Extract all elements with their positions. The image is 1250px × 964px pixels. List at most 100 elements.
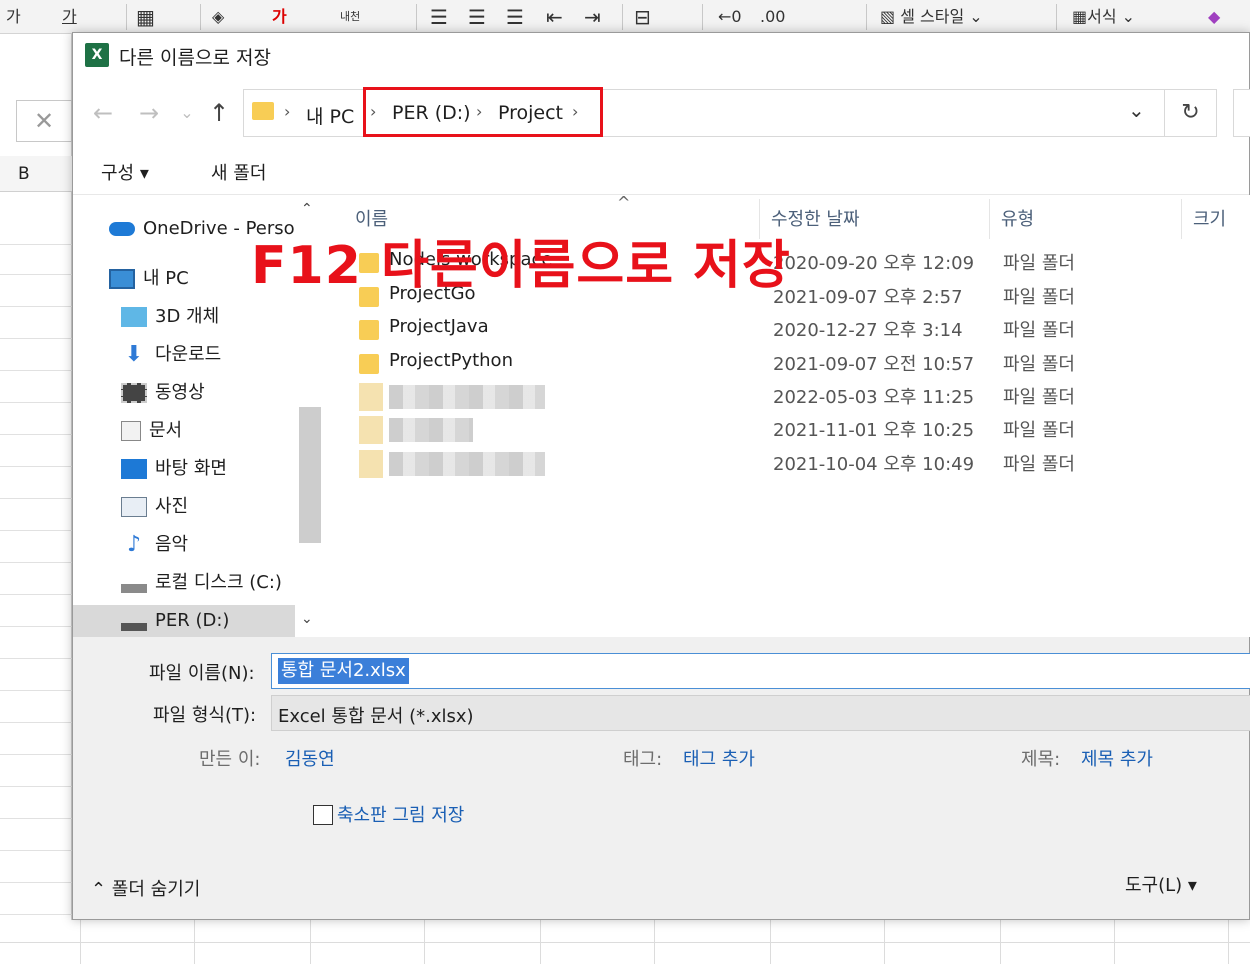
sidebar-item-desktop[interactable]: 바탕 화면 xyxy=(121,453,227,485)
drive-icon xyxy=(121,611,147,631)
fill-color-icon[interactable]: ◈ xyxy=(212,4,224,30)
format-button[interactable]: ▦서식 ⌄ xyxy=(1072,4,1135,30)
border-icon[interactable]: ▦ xyxy=(136,4,155,30)
forward-arrow-icon[interactable]: → xyxy=(133,97,165,129)
excel-app-icon: X xyxy=(85,43,109,67)
list-item[interactable]: 2022-05-03 오후 11:25 파일 폴더 xyxy=(355,381,1235,414)
align-right-icon[interactable]: ☰ xyxy=(506,4,524,30)
file-type: 파일 폴더 xyxy=(1003,454,1075,475)
align-center-icon[interactable]: ☰ xyxy=(468,4,486,30)
italic-button[interactable]: 가 xyxy=(6,4,21,30)
file-type: 파일 폴더 xyxy=(1003,354,1075,375)
tools-dropdown[interactable]: 도구(L) ▾ xyxy=(1125,871,1197,897)
file-name: ProjectJava xyxy=(389,316,489,337)
blurred-file-name xyxy=(389,452,545,476)
filename-label: 파일 이름(N): xyxy=(149,663,255,684)
video-icon xyxy=(121,383,147,403)
column-header-type[interactable]: 유형 xyxy=(1001,205,1034,231)
filename-value: 통합 문서2.xlsx xyxy=(278,658,409,684)
list-item[interactable]: 2021-10-04 오후 10:49 파일 폴더 xyxy=(355,448,1235,481)
cube-icon xyxy=(121,307,147,327)
eraser-icon[interactable]: ◆ xyxy=(1208,4,1220,30)
author-value[interactable]: 김동연 xyxy=(285,745,335,771)
download-icon: ⬇ xyxy=(124,342,144,367)
list-item[interactable]: ProjectPython 2021-09-07 오전 10:57 파일 폴더 xyxy=(355,348,1235,381)
column-header-b[interactable]: B xyxy=(0,156,72,192)
refresh-icon[interactable]: ↻ xyxy=(1165,89,1217,137)
search-box[interactable] xyxy=(1233,89,1250,137)
excel-ribbon: 가 가 ▦ ◈ 가 내천 ☰ ☰ ☰ ⇤ ⇥ ⊟ ←0 .00 ▧ 셀 스타일 … xyxy=(0,0,1250,34)
sidebar-item-my-pc[interactable]: 내 PC xyxy=(109,263,189,295)
folder-icon xyxy=(359,450,383,478)
breadcrumb-separator-icon[interactable]: › xyxy=(284,102,290,121)
indent-increase-icon[interactable]: ⇥ xyxy=(584,4,601,30)
tags-value[interactable]: 태그 추가 xyxy=(683,745,755,771)
sidebar-item-per-drive[interactable]: PER (D:) xyxy=(121,605,229,637)
folder-icon xyxy=(359,354,379,374)
merge-cells-icon[interactable]: ⊟ xyxy=(634,4,651,30)
list-item[interactable]: 2021-11-01 오후 10:25 파일 폴더 xyxy=(355,414,1235,447)
breadcrumb-my-pc[interactable]: 내 PC xyxy=(306,102,354,129)
file-type: 파일 폴더 xyxy=(1003,420,1075,441)
folder-icon xyxy=(252,102,274,120)
file-modified: 2021-10-04 오후 10:49 xyxy=(773,454,975,475)
scrollbar-thumb[interactable] xyxy=(299,407,321,543)
cell-style-button[interactable]: ▧ 셀 스타일 ⌄ xyxy=(880,4,983,30)
decimal-increase-icon[interactable]: ←0 xyxy=(718,4,742,30)
indent-decrease-icon[interactable]: ⇤ xyxy=(546,4,563,30)
sidebar-item-3d-objects[interactable]: 3D 개체 xyxy=(121,301,219,333)
list-item[interactable]: ProjectJava 2020-12-27 오후 3:14 파일 폴더 xyxy=(355,314,1235,347)
filetype-value: Excel 통합 문서 (*.xlsx) xyxy=(278,706,474,727)
filetype-select[interactable]: Excel 통합 문서 (*.xlsx) xyxy=(271,695,1250,731)
hide-folders-button[interactable]: ⌃ 폴더 숨기기 xyxy=(91,875,200,901)
sidebar-item-videos[interactable]: 동영상 xyxy=(121,377,205,409)
file-modified: 2022-05-03 오후 11:25 xyxy=(773,387,975,408)
navigation-row: ← → ⌄ ↑ › 내 PC › PER (D:) › Project › ⌄ … xyxy=(73,79,1250,149)
sidebar-item-documents[interactable]: 문서 xyxy=(121,415,182,447)
title-value[interactable]: 제목 추가 xyxy=(1081,745,1153,771)
sidebar-item-pictures[interactable]: 사진 xyxy=(121,491,188,523)
file-type: 파일 폴더 xyxy=(1003,287,1075,308)
save-as-dialog: X 다른 이름으로 저장 ← → ⌄ ↑ › 내 PC › PER (D:) ›… xyxy=(72,32,1250,920)
disk-icon xyxy=(121,573,147,593)
address-highlight-box xyxy=(363,87,603,137)
filetype-label: 파일 형식(T): xyxy=(153,705,257,726)
decimal-decrease-icon[interactable]: .00 xyxy=(760,4,785,30)
filename-input[interactable]: 통합 문서2.xlsx xyxy=(271,653,1250,689)
folder-icon xyxy=(359,383,383,411)
formula-cancel-button[interactable]: ✕ xyxy=(16,100,72,142)
title-label: 제목: xyxy=(1021,749,1061,770)
blurred-file-name xyxy=(389,418,473,442)
sidebar-item-local-disk-c[interactable]: 로컬 디스크 (C:) xyxy=(121,567,282,599)
wrap-text-button[interactable]: 내천 xyxy=(340,4,360,30)
file-modified: 2020-09-20 오후 12:09 xyxy=(773,253,975,274)
file-name: ProjectPython xyxy=(389,350,513,371)
thumbnail-checkbox[interactable] xyxy=(313,805,333,825)
recent-locations-icon[interactable]: ⌄ xyxy=(171,97,203,129)
blurred-file-name xyxy=(389,385,545,409)
back-arrow-icon[interactable]: ← xyxy=(87,97,119,129)
scroll-up-icon[interactable]: ⌃ xyxy=(301,201,313,217)
tags-label: 태그: xyxy=(623,749,663,770)
sidebar-item-downloads[interactable]: ⬇ 다운로드 xyxy=(121,339,221,371)
font-color-button[interactable]: 가 xyxy=(272,4,287,30)
column-header-size[interactable]: 크기 xyxy=(1193,205,1226,231)
desktop-icon xyxy=(121,459,147,479)
file-modified: 2020-12-27 오후 3:14 xyxy=(773,320,963,341)
underline-button[interactable]: 가 xyxy=(62,4,77,30)
new-folder-button[interactable]: 새 폴더 xyxy=(211,159,266,185)
address-dropdown-icon[interactable]: ⌄ xyxy=(1128,98,1145,122)
up-arrow-icon[interactable]: ↑ xyxy=(203,97,235,129)
document-icon xyxy=(121,421,141,441)
sheet-bottom-grid xyxy=(0,920,1250,964)
scroll-down-icon[interactable]: ⌄ xyxy=(301,611,313,627)
align-left-icon[interactable]: ☰ xyxy=(430,4,448,30)
dialog-titlebar: X 다른 이름으로 저장 xyxy=(73,33,1249,79)
dialog-title: 다른 이름으로 저장 xyxy=(119,47,271,69)
command-bar: 구성 ▾ 새 폴더 xyxy=(73,149,1249,195)
thumbnail-label[interactable]: 축소판 그림 저장 xyxy=(337,801,464,827)
sidebar-item-music[interactable]: ♪ 음악 xyxy=(121,529,188,561)
file-modified: 2021-09-07 오전 10:57 xyxy=(773,354,975,375)
organize-button[interactable]: 구성 ▾ xyxy=(101,159,149,185)
file-type: 파일 폴더 xyxy=(1003,387,1075,408)
